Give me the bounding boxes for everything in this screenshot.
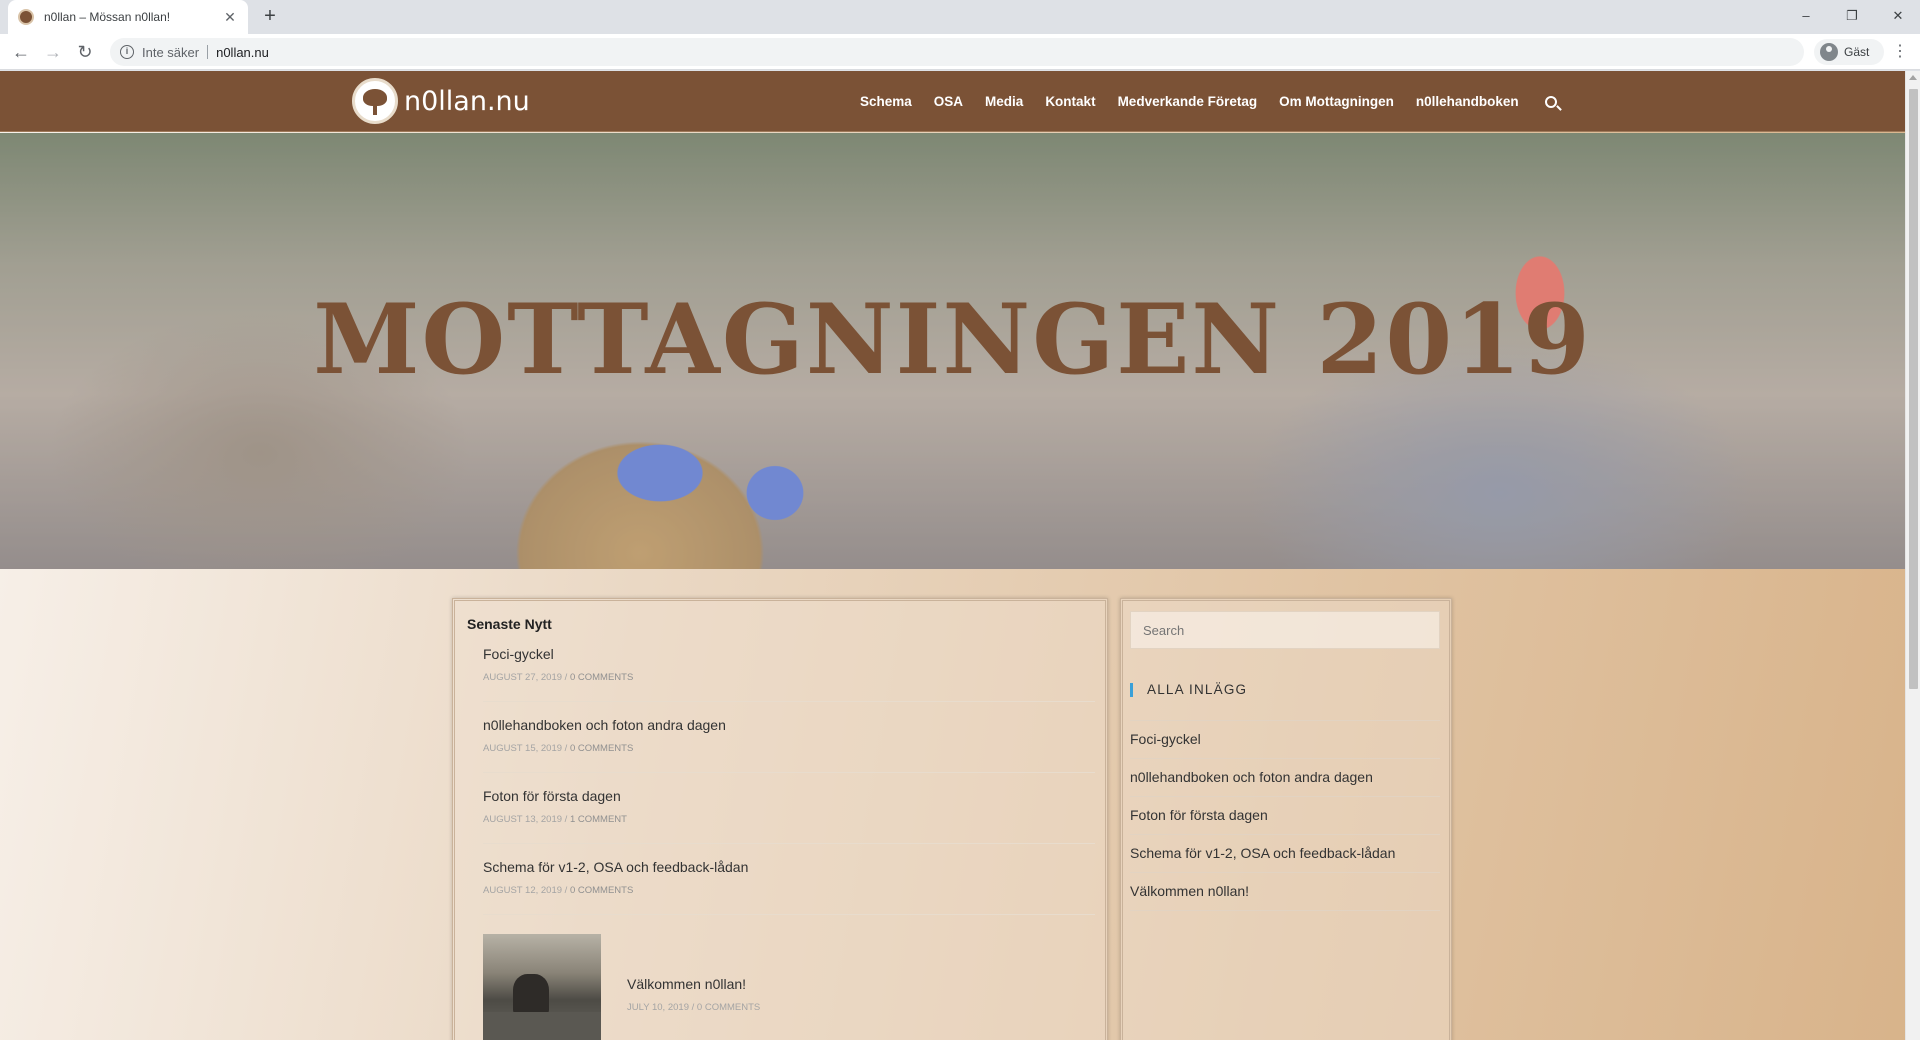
all-posts-link[interactable]: Schema för v1-2, OSA och feedback-lådan	[1130, 835, 1440, 873]
featured-post-meta: JULY 10, 2019 / 0 COMMENTS	[627, 1002, 760, 1013]
all-posts-link[interactable]: Foton för första dagen	[1130, 797, 1440, 835]
main-nav: Schema OSA Media Kontakt Medverkande För…	[860, 71, 1557, 132]
nav-item-media[interactable]: Media	[985, 94, 1023, 109]
latest-news-panel: Senaste Nytt Foci-gyckel AUGUST 27, 2019…	[452, 598, 1108, 1040]
page-viewport: n0llan.nu Schema OSA Media Kontakt Medve…	[0, 71, 1920, 1040]
post-title-link[interactable]: n0llehandboken och foton andra dagen	[483, 717, 726, 733]
post-title-link[interactable]: Foton för första dagen	[483, 788, 621, 804]
site-favicon-icon	[18, 9, 34, 25]
sidebar-search-input[interactable]	[1130, 611, 1440, 649]
restore-button[interactable]: ❐	[1832, 5, 1872, 27]
site-header: n0llan.nu Schema OSA Media Kontakt Medve…	[0, 71, 1905, 132]
nav-item-n0llehandboken[interactable]: n0llehandboken	[1416, 94, 1519, 109]
nav-item-om-mottagningen[interactable]: Om Mottagningen	[1279, 94, 1394, 109]
sidebar-panel: ALLA INLÄGG Foci-gyckel n0llehandboken o…	[1120, 598, 1452, 1040]
featured-post-thumbnail[interactable]	[483, 934, 601, 1040]
nav-item-kontakt[interactable]: Kontakt	[1045, 94, 1095, 109]
browser-menu-icon[interactable]: ⋮	[1892, 41, 1908, 63]
forward-button[interactable]: →	[40, 40, 66, 64]
post-date: AUGUST 27, 2019 /	[483, 672, 568, 683]
omnibox-divider	[207, 45, 209, 59]
post-meta: AUGUST 27, 2019 / 0 COMMENTS	[483, 672, 633, 683]
all-posts-link[interactable]: Foci-gyckel	[1130, 721, 1440, 759]
hero-title: MOTTAGNINGEN 2019	[313, 283, 1592, 396]
logo-text: n0llan.nu	[404, 85, 530, 117]
page-scrollbar[interactable]	[1905, 71, 1920, 1040]
post-comments-link[interactable]: 1 COMMENT	[570, 814, 627, 825]
back-button[interactable]: ←	[8, 40, 34, 64]
security-label: Inte säker	[142, 44, 200, 60]
nav-item-osa[interactable]: OSA	[934, 94, 963, 109]
latest-news-heading: Senaste Nytt	[467, 616, 552, 632]
browser-toolbar: ← → ↻ i Inte säker n0llan.nu Gäst ⋮	[0, 34, 1920, 70]
post-title-link[interactable]: Foci-gyckel	[483, 646, 554, 662]
post-comments-link[interactable]: 0 COMMENTS	[570, 672, 633, 683]
reload-button[interactable]: ↻	[72, 40, 98, 64]
post-comments-link[interactable]: 0 COMMENTS	[570, 885, 633, 896]
post-title-link[interactable]: Schema för v1-2, OSA och feedback-lådan	[483, 859, 748, 875]
tree-emblem-icon	[352, 78, 398, 124]
info-icon[interactable]: i	[120, 45, 134, 59]
post-date: AUGUST 13, 2019 /	[483, 814, 568, 825]
post-item: Foci-gyckel AUGUST 27, 2019 / 0 COMMENTS	[483, 631, 1095, 702]
scroll-up-arrow-icon[interactable]	[1909, 75, 1917, 80]
profile-label: Gäst	[1844, 45, 1870, 59]
search-icon[interactable]	[1544, 95, 1557, 108]
post-meta: AUGUST 12, 2019 / 0 COMMENTS	[483, 885, 633, 896]
nav-item-schema[interactable]: Schema	[860, 94, 912, 109]
all-posts-link[interactable]: n0llehandboken och foton andra dagen	[1130, 759, 1440, 797]
post-date: AUGUST 15, 2019 /	[483, 743, 568, 754]
browser-tab[interactable]: n0llan – Mössan n0llan! ✕	[8, 0, 248, 34]
featured-post-title-link[interactable]: Välkommen n0llan!	[627, 976, 746, 992]
post-date: AUGUST 12, 2019 /	[483, 885, 568, 896]
tab-title: n0llan – Mössan n0llan!	[44, 10, 171, 24]
hero-banner: MOTTAGNINGEN 2019	[0, 133, 1905, 569]
post-meta: AUGUST 15, 2019 / 0 COMMENTS	[483, 743, 633, 754]
new-tab-button[interactable]: +	[258, 5, 282, 29]
all-posts-heading: ALLA INLÄGG	[1130, 683, 1440, 697]
post-comments-link[interactable]: 0 COMMENTS	[697, 1002, 760, 1013]
minimize-button[interactable]: –	[1786, 5, 1826, 27]
guest-avatar-icon	[1820, 43, 1838, 61]
scrollbar-thumb[interactable]	[1909, 89, 1918, 689]
post-date: JULY 10, 2019 /	[627, 1002, 695, 1013]
post-item: Schema för v1-2, OSA och feedback-lådan …	[483, 844, 1095, 915]
post-meta: AUGUST 13, 2019 / 1 COMMENT	[483, 814, 627, 825]
profile-button[interactable]: Gäst	[1814, 39, 1884, 65]
all-posts-link[interactable]: Välkommen n0llan!	[1130, 873, 1440, 911]
all-posts-list: Foci-gyckel n0llehandboken och foton and…	[1130, 720, 1440, 911]
site-logo[interactable]: n0llan.nu	[352, 78, 530, 124]
post-item: n0llehandboken och foton andra dagen AUG…	[483, 702, 1095, 773]
close-tab-icon[interactable]: ✕	[222, 9, 238, 26]
nav-item-medverkande-foretag[interactable]: Medverkande Företag	[1118, 94, 1258, 109]
close-window-button[interactable]: ✕	[1878, 5, 1918, 27]
post-comments-link[interactable]: 0 COMMENTS	[570, 743, 633, 754]
post-item: Foton för första dagen AUGUST 13, 2019 /…	[483, 773, 1095, 844]
browser-tab-bar: n0llan – Mössan n0llan! ✕ + – ❐ ✕	[0, 0, 1920, 34]
address-bar[interactable]: i Inte säker n0llan.nu	[110, 38, 1804, 66]
url-text[interactable]: n0llan.nu	[216, 45, 269, 60]
